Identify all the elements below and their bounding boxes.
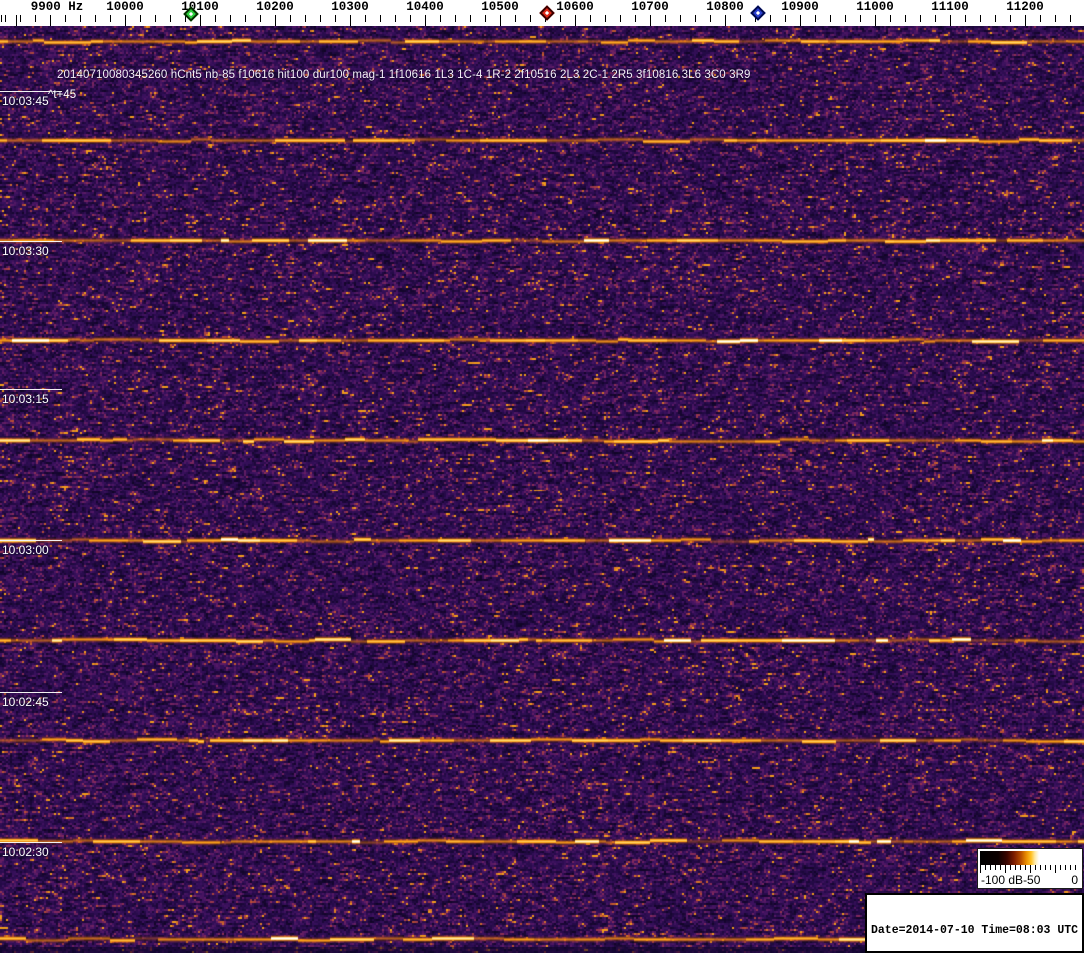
info-date-time: Date=2014-07-10 Time=08:03 UTC [871,924,1079,937]
frequency-axis: 9900 Hz 10000 10100 10200 10300 10400 10500 106… [0,0,1084,26]
event-annotation: 20140710080345260 hCnt5 nb-85 f10616 hit… [57,69,751,81]
frequency-tick-label: 10500 [481,0,519,14]
colorbar-gradient [980,851,1080,865]
colorbar-labels: -100 dB -50 0 [978,873,1082,887]
time-label: 10:03:30 [2,244,49,258]
time-label: 10:02:45 [2,695,49,709]
frequency-tick-label: 10700 [631,0,669,14]
frequency-tick-label: 10300 [331,0,369,14]
time-tick-line [0,540,62,541]
time-label: 10:03:45 [2,94,49,108]
marker-center-dot [188,11,194,17]
observation-info-box: Date=2014-07-10 Time=08:03 UTC Freq=143 … [865,893,1084,953]
colorbar-max-label: 0 [1071,873,1078,887]
time-label: 10:03:00 [2,543,49,557]
frequency-tick-label: 11200 [1006,0,1044,14]
meteor-echo-spectrogram-app: 9900 Hz 10000 10100 10200 10300 10400 10500 106… [0,0,1084,953]
spectrogram-waterfall[interactable] [0,26,1084,953]
time-label: 10:02:30 [2,845,49,859]
marker-center-dot [544,10,550,16]
frequency-tick-label: 10900 [781,0,819,14]
frequency-tick-label: 10200 [256,0,294,14]
colorbar-min-label: -100 dB [981,873,1024,887]
frequency-tick-label: 10600 [556,0,594,14]
time-label: 10:03:15 [2,392,49,406]
db-colorbar: -100 dB -50 0 [977,848,1083,889]
frequency-tick-label: 9900 Hz [30,0,84,14]
frequency-tick-label: 11000 [856,0,894,14]
frequency-tick-label: 11100 [931,0,969,14]
colorbar-mid-label: -50 [1023,873,1041,887]
time-tick-line [0,241,62,242]
time-offset-note: ^t+45 [48,89,77,101]
marker-center-dot [755,10,761,16]
frequency-tick-label: 10000 [106,0,144,14]
time-tick-line [0,842,62,843]
time-tick-line [0,389,62,390]
frequency-tick-label: 10800 [706,0,744,14]
time-tick-line [0,692,62,693]
frequency-tick-label: 10400 [406,0,444,14]
colorbar-ticks [980,865,1080,873]
